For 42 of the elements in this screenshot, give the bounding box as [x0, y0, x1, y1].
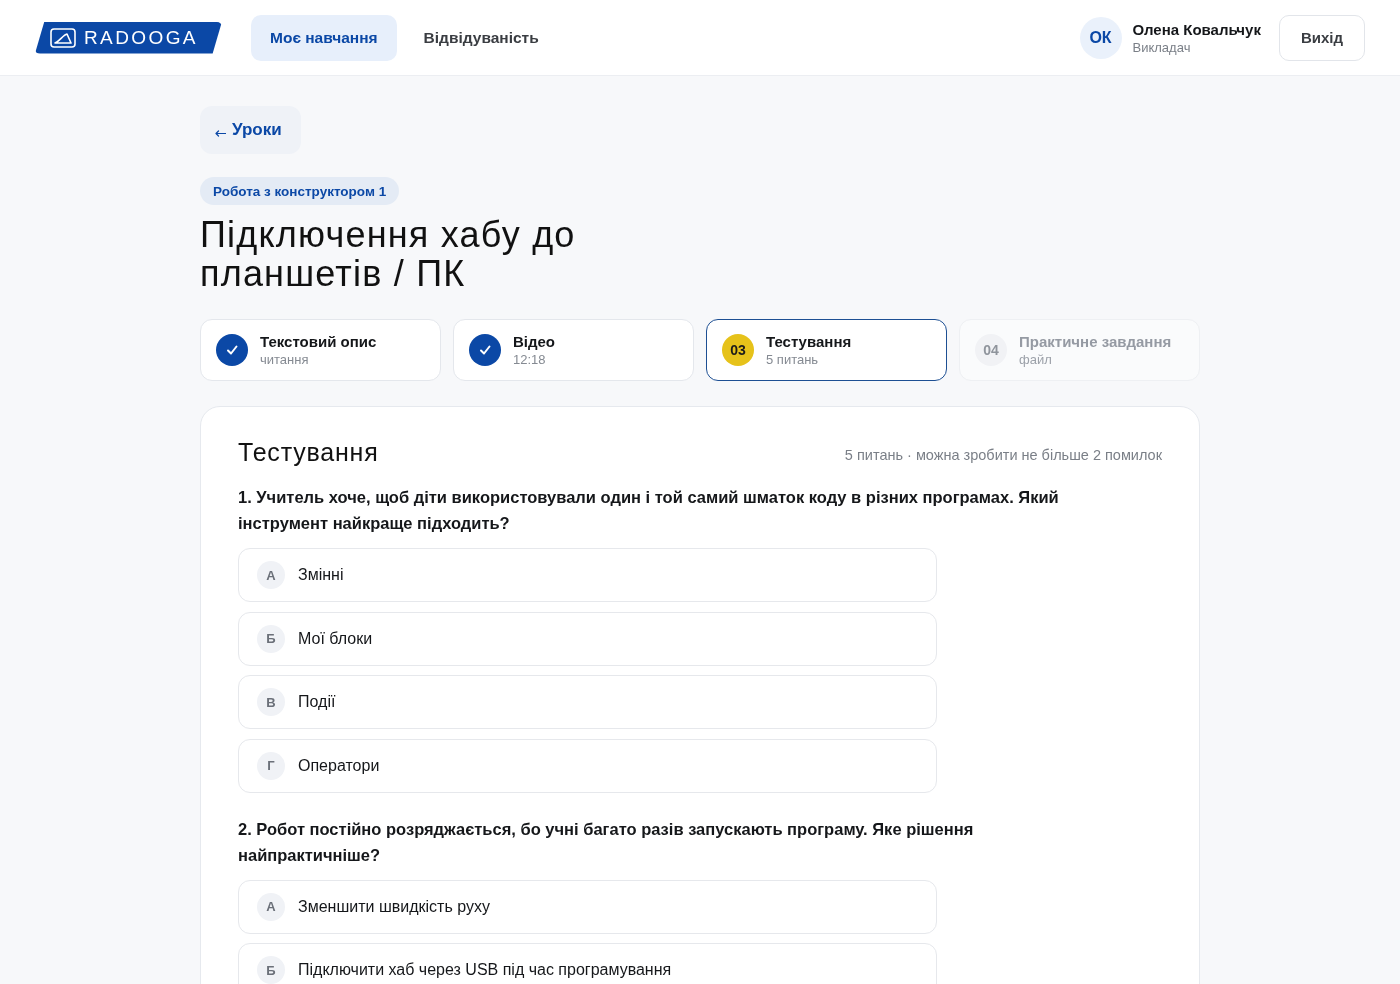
answer-option[interactable]: В Події [238, 675, 937, 729]
user-avatar: ОК [1079, 16, 1122, 59]
step-card[interactable]: Текстовий опис читання [200, 319, 441, 381]
quiz-title: Тестування [238, 437, 379, 467]
step-number: 03 [722, 334, 754, 366]
answer-option[interactable]: Б Підключити хаб через USB під час програмування [238, 943, 937, 984]
answer-option[interactable]: А Зменшити швидкість руху [238, 879, 937, 934]
step-subtitle: 12:18 [513, 352, 547, 367]
lesson-tag: Робота з конструктором 1 [200, 177, 400, 205]
logo-text: RADOOGA [84, 28, 198, 47]
arrow-left-icon [215, 130, 226, 137]
option-letter: В [257, 688, 285, 716]
answer-option[interactable]: А Змінні [238, 548, 937, 602]
option-letter: А [257, 892, 285, 921]
step-card[interactable]: 03 Тестування 5 питань [706, 319, 947, 381]
option-letter: А [257, 561, 285, 589]
question-text: 2. Робот постійно розряджається, бо учні багато разів запускають програму. Яке рішення найпрактичніше? [238, 818, 975, 866]
step-subtitle: читання [260, 352, 310, 367]
step-title: Текстовий опис [260, 333, 377, 350]
step-title: Відео [513, 333, 556, 350]
answer-option[interactable]: Б Мої блоки [238, 611, 937, 666]
user-role: Викладач [1132, 39, 1192, 55]
quiz-meta: 5 питань · можна зробити не більше 2 помилок [844, 446, 1162, 463]
step-title: Практичне завдання [1019, 333, 1172, 350]
user-name: Олена Ковальчук [1132, 20, 1261, 38]
nav-tab[interactable]: Моє навчання [251, 14, 397, 61]
step-card[interactable]: Відео 12:18 [453, 319, 694, 381]
logo-icon [50, 27, 76, 48]
step-number: 04 [975, 334, 1007, 366]
option-letter: Г [257, 751, 285, 780]
step-subtitle: файл [1019, 352, 1053, 367]
answer-option[interactable]: Г Оператори [238, 738, 937, 793]
nav-tab[interactable]: Відвідуваність [404, 14, 558, 61]
option-letter: Б [257, 956, 285, 984]
back-button[interactable]: Уроки [200, 106, 301, 154]
lesson-title: Підключення хабу до планшетів / ПК [200, 215, 577, 293]
step-title: Тестування [766, 333, 852, 350]
question-text: 1. Учитель хоче, щоб діти використовували один і той самий шматок коду в різних програмах. Який інструмент найкраще підходить? [238, 487, 1060, 534]
logo-badge[interactable]: RADOOGA [35, 21, 222, 54]
logout-button[interactable]: Вихід [1278, 14, 1365, 61]
option-letter: Б [257, 624, 285, 653]
step-subtitle: 5 питань [766, 352, 820, 367]
